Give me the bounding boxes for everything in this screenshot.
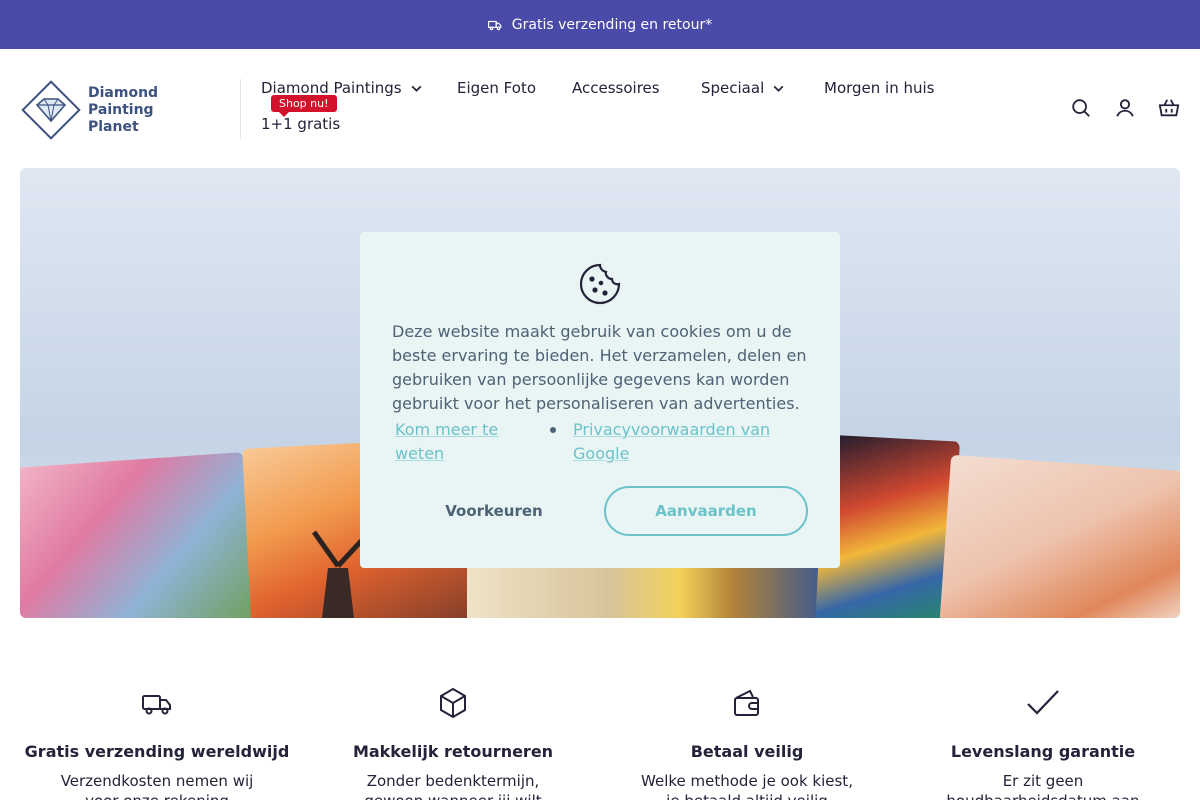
- diamond-logo-icon: [21, 80, 81, 140]
- usp-features: Gratis verzending wereldwijd Verzendkost…: [0, 680, 1200, 800]
- link-separator: [550, 427, 556, 433]
- site-header: Diamond Painting Planet Diamond Painting…: [0, 49, 1200, 169]
- truck-icon: [142, 695, 171, 715]
- feature-title: Levenslang garantie: [950, 742, 1136, 761]
- cookie-consent-dialog: Deze website maakt gebruik van cookies o…: [360, 232, 840, 568]
- basket-icon[interactable]: [1158, 97, 1180, 119]
- site-logo[interactable]: Diamond Painting Planet: [20, 79, 158, 141]
- logo-line: Planet: [88, 118, 139, 135]
- wallet-icon: [734, 689, 759, 716]
- feature-title: Makkelijk retourneren: [352, 742, 554, 761]
- logo-line: Painting: [88, 101, 154, 118]
- nav-item-label: Eigen Foto: [457, 79, 536, 97]
- feature-lifetime-warranty: Levenslang garantie Er zit geen houdbaar…: [898, 680, 1188, 800]
- chevron-down-icon: [411, 85, 422, 92]
- nav-item-accessoires[interactable]: Accessoires: [572, 79, 660, 97]
- nav-item-label: Morgen in huis: [824, 79, 935, 97]
- logo-text: Diamond Painting Planet: [88, 85, 158, 136]
- nav-item-eigen-foto[interactable]: Eigen Foto: [457, 79, 536, 97]
- feature-description: Welke methode je ook kiest, je betaald a…: [641, 772, 853, 800]
- header-divider: [240, 79, 241, 139]
- preferences-button[interactable]: Voorkeuren: [392, 486, 596, 536]
- shop-now-badge[interactable]: Shop nu!: [271, 95, 337, 117]
- feature-description: Verzendkosten nemen wij voor onze rekeni…: [60, 772, 254, 800]
- accept-button[interactable]: Aanvaarden: [604, 486, 808, 536]
- cookie-icon: [579, 263, 621, 305]
- announcement-text: Gratis verzending en retour*: [511, 16, 713, 33]
- feature-title: Betaal veilig: [690, 742, 804, 761]
- nav-item-speciaal[interactable]: Speciaal: [701, 79, 785, 97]
- announcement-bar: Gratis verzending en retour*: [0, 0, 1200, 49]
- search-icon[interactable]: [1070, 97, 1092, 119]
- nav-item-label: Accessoires: [572, 79, 660, 97]
- nav-item-morgen-in-huis[interactable]: Morgen in huis: [824, 79, 935, 97]
- feature-description: Zonder bedenktermijn, gewoon wanneer jij…: [364, 772, 541, 800]
- cookie-links: Kom meer te weten Privacyvoorwaarden van…: [392, 418, 812, 466]
- nav-item-label: Speciaal: [701, 79, 765, 97]
- cookie-message: Deze website maakt gebruik van cookies o…: [392, 322, 807, 413]
- hero-painting-woman-shopping: [20, 452, 255, 618]
- learn-more-link[interactable]: Kom meer te weten: [395, 418, 535, 466]
- feature-secure-payment: Betaal veilig Welke methode je ook kiest…: [602, 680, 892, 800]
- checkmark-icon: [1027, 690, 1059, 715]
- account-icon[interactable]: [1114, 97, 1136, 119]
- main-nav: Diamond Paintings Eigen Foto Accessoires…: [261, 79, 981, 149]
- logo-line: Diamond: [88, 84, 159, 101]
- feature-description: Er zit geen houdbaarheidsdatum aan: [946, 772, 1139, 800]
- hero-painting-bath: [939, 454, 1180, 618]
- google-privacy-link[interactable]: Privacyvoorwaarden van Google: [573, 418, 803, 466]
- chevron-down-icon: [773, 85, 784, 92]
- truck-icon: [487, 20, 502, 30]
- feature-title: Gratis verzending wereldwijd: [24, 742, 290, 761]
- nav-item-label: 1+1 gratis: [261, 115, 341, 133]
- nav-item-1-plus-1-gratis[interactable]: 1+1 gratis: [261, 115, 340, 133]
- header-actions: [1070, 97, 1180, 119]
- feature-free-shipping: Gratis verzending wereldwijd Verzendkost…: [12, 680, 302, 800]
- box-icon: [440, 687, 466, 719]
- windmill-shape: [311, 530, 366, 618]
- feature-easy-returns: Makkelijk retourneren Zonder bedenktermi…: [308, 680, 598, 800]
